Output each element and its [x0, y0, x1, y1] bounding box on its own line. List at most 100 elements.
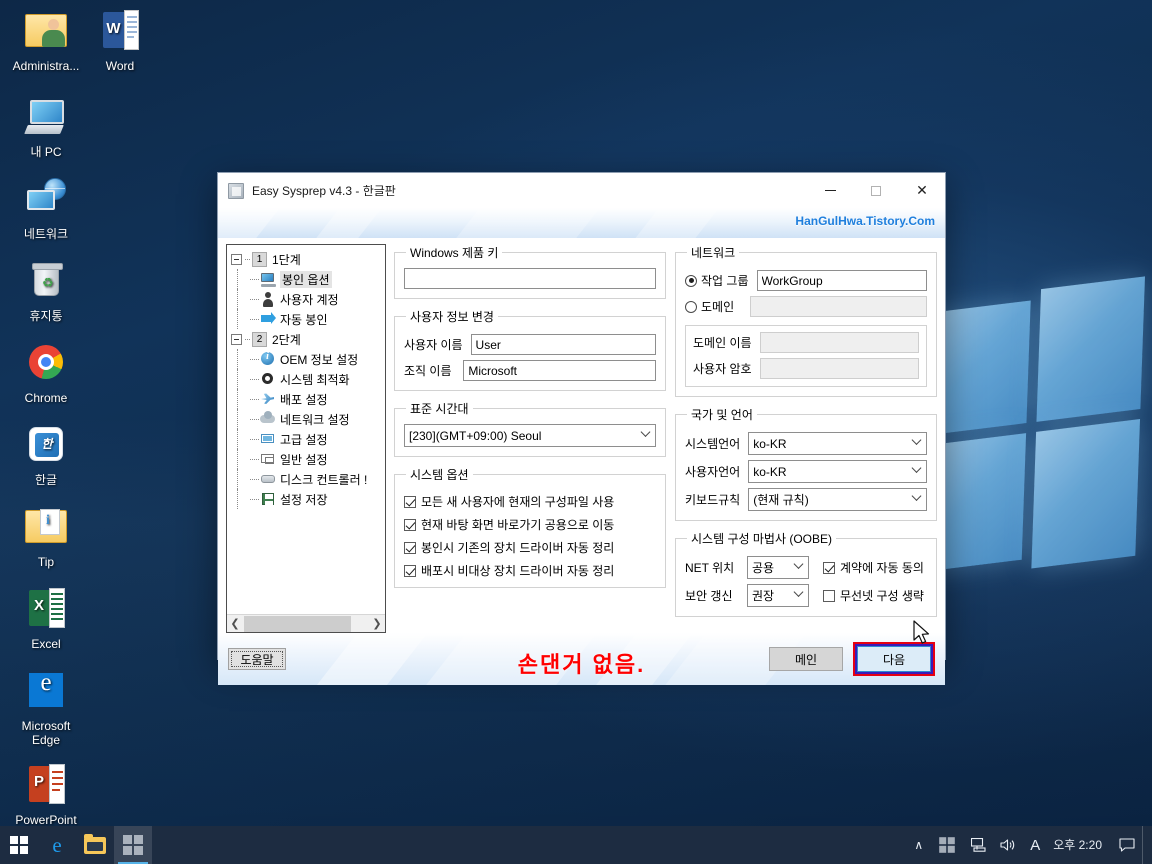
tray-show-hidden-icons[interactable]: ∧	[907, 826, 930, 864]
desktop-icon-administrator-folder[interactable]: Administra...	[8, 6, 84, 73]
desktop-icon-label: 한글	[34, 473, 58, 487]
taskbar: e ∧ A 오후 2:20	[0, 826, 1152, 864]
net-location-select[interactable]: 공용	[747, 556, 809, 579]
close-button[interactable]: ✕	[899, 173, 945, 208]
desktop-icon-tip[interactable]: i Tip	[8, 502, 84, 569]
system-option-label: 모든 새 사용자에 현재의 구성파일 사용	[421, 495, 615, 509]
system-option-1[interactable]: 현재 바탕 화면 바로가기 공용으로 이동	[404, 513, 656, 536]
system-option-0[interactable]: 모든 새 사용자에 현재의 구성파일 사용	[404, 490, 656, 513]
tree-group-number: 2	[252, 331, 267, 347]
tree-item-oem-info[interactable]: OEM 정보 설정	[231, 349, 385, 369]
desktop-icon-label: 네트워크	[23, 227, 69, 241]
navigation-tree[interactable]: 1 1단계 봉인 옵션 사용자 계정 자동 봉인 2 2단계 i OEM 정보 …	[227, 245, 385, 614]
user-language-label: 사용자언어	[685, 465, 741, 479]
tray-ime[interactable]: A	[1023, 826, 1047, 864]
help-button[interactable]: 도움말	[228, 648, 286, 670]
checkbox-icon[interactable]	[404, 495, 416, 508]
tray-network[interactable]	[964, 826, 993, 864]
show-desktop-button[interactable]	[1142, 826, 1150, 864]
tree-group-2[interactable]: 2 2단계	[231, 329, 385, 349]
tree-item-system-optimize[interactable]: 시스템 최적화	[231, 369, 385, 389]
tree-item-general-settings[interactable]: 일반 설정	[231, 449, 385, 469]
tray-sysprep[interactable]	[930, 826, 964, 864]
desktop-icon-recycle-bin[interactable]: ♻ 휴지통	[8, 256, 84, 323]
tree-item-deploy-settings[interactable]: 배포 설정	[231, 389, 385, 409]
system-language-select[interactable]: ko-KR	[748, 432, 927, 455]
tree-item-advanced-settings[interactable]: 고급 설정	[231, 429, 385, 449]
workgroup-input[interactable]	[756, 270, 927, 291]
desktop-icon-microsoft-edge[interactable]: e Microsoft Edge	[8, 666, 84, 747]
radio-icon[interactable]	[685, 300, 697, 313]
workgroup-radio[interactable]: 작업 그룹	[685, 272, 749, 289]
chevron-down-icon	[911, 434, 922, 445]
windows-logo-wallpaper	[925, 276, 1145, 583]
cloud-icon	[260, 411, 276, 427]
checkbox-icon[interactable]	[404, 518, 416, 531]
user-password-input[interactable]	[759, 358, 919, 379]
main-button[interactable]: 메인	[769, 647, 843, 671]
desktop-icon-excel[interactable]: X Excel	[8, 584, 84, 651]
forms-right-column: 네트워크 작업 그룹 도메인	[675, 244, 937, 633]
desktop-icon-chrome[interactable]: Chrome	[8, 338, 84, 405]
tree-item-network-settings[interactable]: 네트워크 설정	[231, 409, 385, 429]
desktop-icon-word[interactable]: W Word	[82, 6, 158, 73]
taskbar-sysprep[interactable]	[114, 826, 152, 864]
checkbox-icon[interactable]	[404, 564, 416, 577]
system-option-3[interactable]: 배포시 비대상 장치 드라이버 자동 정리	[404, 559, 656, 582]
scrollbar-track[interactable]	[243, 615, 369, 632]
tree-item-label: OEM 정보 설정	[280, 352, 359, 367]
tree-horizontal-scrollbar[interactable]: ❮ ❯	[227, 614, 385, 632]
maximize-button[interactable]	[853, 173, 899, 208]
ime-icon: A	[1030, 836, 1041, 854]
tree-group-1[interactable]: 1 1단계	[231, 249, 385, 269]
tray-volume[interactable]	[993, 826, 1023, 864]
tree-item-save-settings[interactable]: 설정 저장	[231, 489, 385, 509]
desktop-icon-my-pc[interactable]: 내 PC	[8, 92, 84, 159]
tree-item-user-account[interactable]: 사용자 계정	[231, 289, 385, 309]
powerpoint-icon: P	[22, 760, 70, 808]
skip-wireless-checkbox-row[interactable]: 무선넷 구성 생략	[823, 584, 924, 607]
scrollbar-thumb[interactable]	[244, 615, 351, 632]
start-button[interactable]	[0, 826, 38, 864]
keyboard-rule-select[interactable]: (현재 규칙)	[748, 488, 927, 511]
domain-input[interactable]	[750, 296, 927, 317]
action-center-button[interactable]	[1112, 826, 1142, 864]
taskbar-explorer[interactable]	[76, 826, 114, 864]
scroll-left-icon[interactable]: ❮	[227, 617, 243, 630]
taskbar-clock[interactable]: 오후 2:20	[1047, 838, 1112, 852]
security-update-select[interactable]: 권장	[747, 584, 809, 607]
tree-item-sealing-options[interactable]: 봉인 옵션	[231, 269, 385, 289]
checkbox-icon[interactable]	[823, 589, 835, 602]
taskbar-edge[interactable]: e	[38, 826, 76, 864]
tree-item-label: 배포 설정	[280, 392, 328, 407]
timezone-legend: 표준 시간대	[410, 402, 469, 416]
tree-item-label: 사용자 계정	[280, 292, 339, 307]
radio-icon[interactable]	[685, 274, 697, 287]
checkbox-icon[interactable]	[823, 561, 835, 574]
tree-item-disk-controller[interactable]: 디스크 컨트롤러 !	[231, 469, 385, 489]
minimize-button[interactable]	[807, 173, 853, 208]
desktop-icon-network[interactable]: 네트워크	[8, 174, 84, 241]
scroll-right-icon[interactable]: ❯	[369, 617, 385, 630]
next-button[interactable]: 다음	[857, 646, 931, 672]
timezone-select[interactable]: [230](GMT+09:00) Seoul	[404, 424, 656, 447]
desktop-icon-powerpoint[interactable]: P PowerPoint	[8, 760, 84, 827]
collapse-icon[interactable]	[231, 333, 242, 345]
recycle-bin-icon: ♻	[22, 256, 70, 304]
product-key-input[interactable]	[404, 268, 656, 289]
country-language-legend: 국가 및 언어	[691, 408, 753, 422]
checkbox-icon[interactable]	[404, 541, 416, 554]
user-language-select[interactable]: ko-KR	[748, 460, 927, 483]
desktop-icon-hangul[interactable]: 한글	[8, 420, 84, 487]
user-name-input[interactable]	[470, 334, 656, 355]
system-option-label: 현재 바탕 화면 바로가기 공용으로 이동	[421, 518, 615, 532]
arrow-icon	[260, 311, 276, 327]
org-name-input[interactable]	[463, 360, 656, 381]
auto-agree-checkbox-row[interactable]: 계약에 자동 동의	[823, 556, 924, 579]
tree-item-auto-seal[interactable]: 자동 봉인	[231, 309, 385, 329]
domain-radio[interactable]: 도메인	[685, 298, 742, 315]
system-option-2[interactable]: 봉인시 기존의 장치 드라이버 자동 정리	[404, 536, 656, 559]
collapse-icon[interactable]	[231, 253, 242, 265]
window-titlebar[interactable]: Easy Sysprep v4.3 - 한글판 ✕	[218, 173, 945, 208]
domain-name-input[interactable]	[759, 332, 919, 353]
